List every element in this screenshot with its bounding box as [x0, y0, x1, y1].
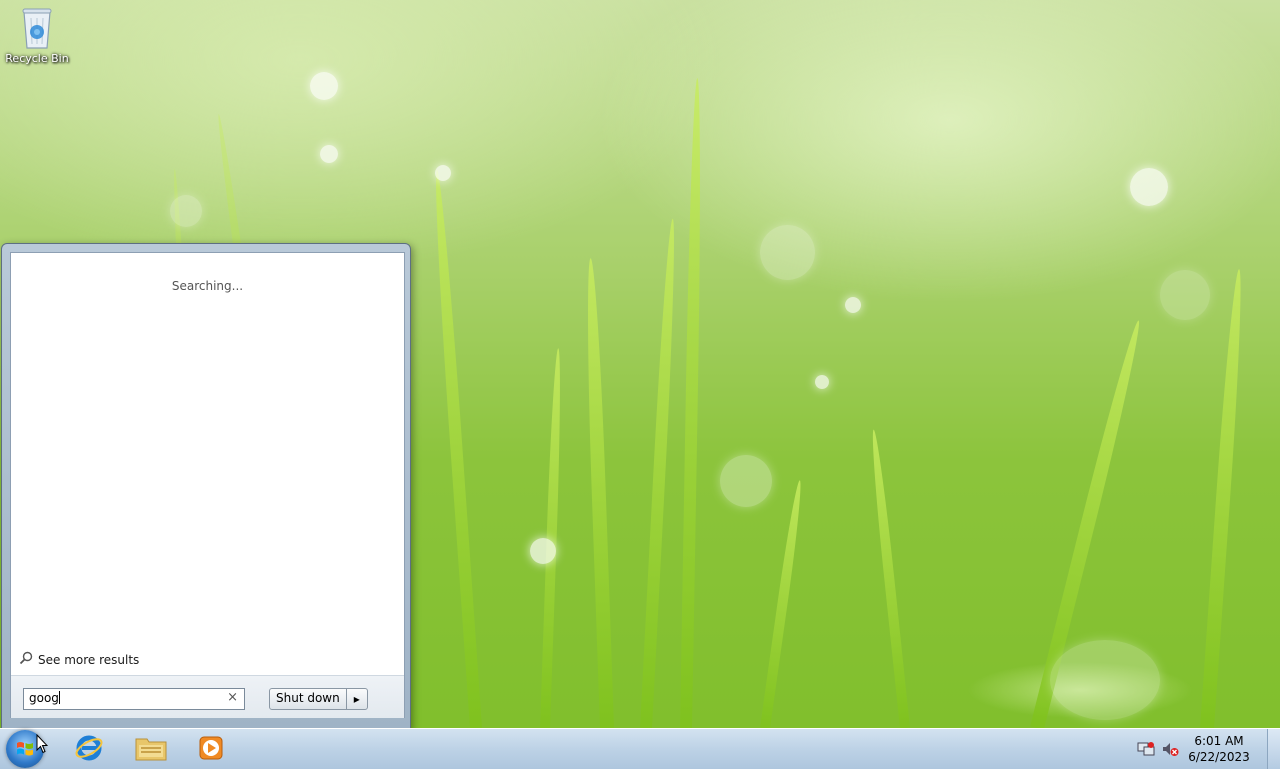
grass-blade — [680, 77, 704, 729]
taskbar-explorer-button[interactable] — [124, 732, 178, 766]
mouse-cursor-icon — [36, 733, 49, 757]
show-desktop-button[interactable] — [1267, 729, 1280, 769]
internet-explorer-icon — [74, 733, 104, 766]
text-caret — [58, 691, 60, 704]
water-drop — [1160, 270, 1210, 320]
recycle-bin-icon — [20, 6, 54, 50]
water-drop — [310, 72, 338, 100]
shutdown-options-arrow-icon[interactable]: ▸ — [345, 689, 367, 709]
water-drop — [845, 297, 861, 313]
grass-blade — [430, 168, 482, 729]
desktop-icon-recycle-bin[interactable]: Recycle Bin — [4, 6, 70, 65]
water-drop — [320, 145, 338, 163]
grass-blade — [1200, 268, 1247, 729]
taskbar: 6:01 AM 6/22/2023 — [0, 728, 1280, 769]
water-drop — [530, 538, 556, 564]
water-drop — [435, 165, 451, 181]
start-search-input[interactable]: goog × — [23, 688, 245, 710]
system-tray: 6:01 AM 6/22/2023 — [1137, 729, 1280, 769]
shutdown-button[interactable]: Shut down — [270, 689, 346, 709]
grass-blade — [760, 479, 805, 729]
clear-search-icon[interactable]: × — [227, 690, 238, 705]
clock-date: 6/22/2023 — [1188, 750, 1250, 764]
windows-logo-icon — [16, 740, 34, 758]
magnifier-icon — [19, 651, 33, 668]
water-drop — [720, 455, 772, 507]
search-input-value: goog — [29, 691, 59, 705]
taskbar-internet-explorer-button[interactable] — [62, 732, 116, 766]
start-menu-bottom-bar: goog × Shut down ▸ — [11, 675, 404, 718]
shutdown-control: Shut down ▸ — [269, 688, 368, 710]
see-more-label: See more results — [38, 652, 140, 667]
folder-icon — [135, 734, 167, 765]
media-player-icon — [197, 734, 225, 765]
water-drop — [760, 225, 815, 280]
start-menu-results-panel: Searching... See more results goog × Shu… — [10, 252, 405, 718]
water-drop — [1050, 640, 1160, 720]
network-icon[interactable] — [1137, 740, 1155, 758]
desktop-icon-label: Recycle Bin — [5, 52, 69, 65]
volume-muted-icon[interactable] — [1161, 740, 1179, 758]
grass-blade — [868, 429, 910, 729]
grass-blade — [583, 258, 614, 729]
clock[interactable]: 6:01 AM 6/22/2023 — [1185, 733, 1253, 765]
water-drop — [815, 375, 829, 389]
water-drop — [170, 195, 202, 227]
clock-time: 6:01 AM — [1194, 734, 1244, 748]
grass-blade — [640, 218, 679, 729]
taskbar-media-player-button[interactable] — [184, 732, 238, 766]
see-more-results-link[interactable]: See more results — [19, 651, 139, 668]
start-menu: Searching... See more results goog × Shu… — [1, 243, 411, 730]
water-drop — [1130, 168, 1168, 206]
search-status: Searching... — [171, 279, 244, 293]
